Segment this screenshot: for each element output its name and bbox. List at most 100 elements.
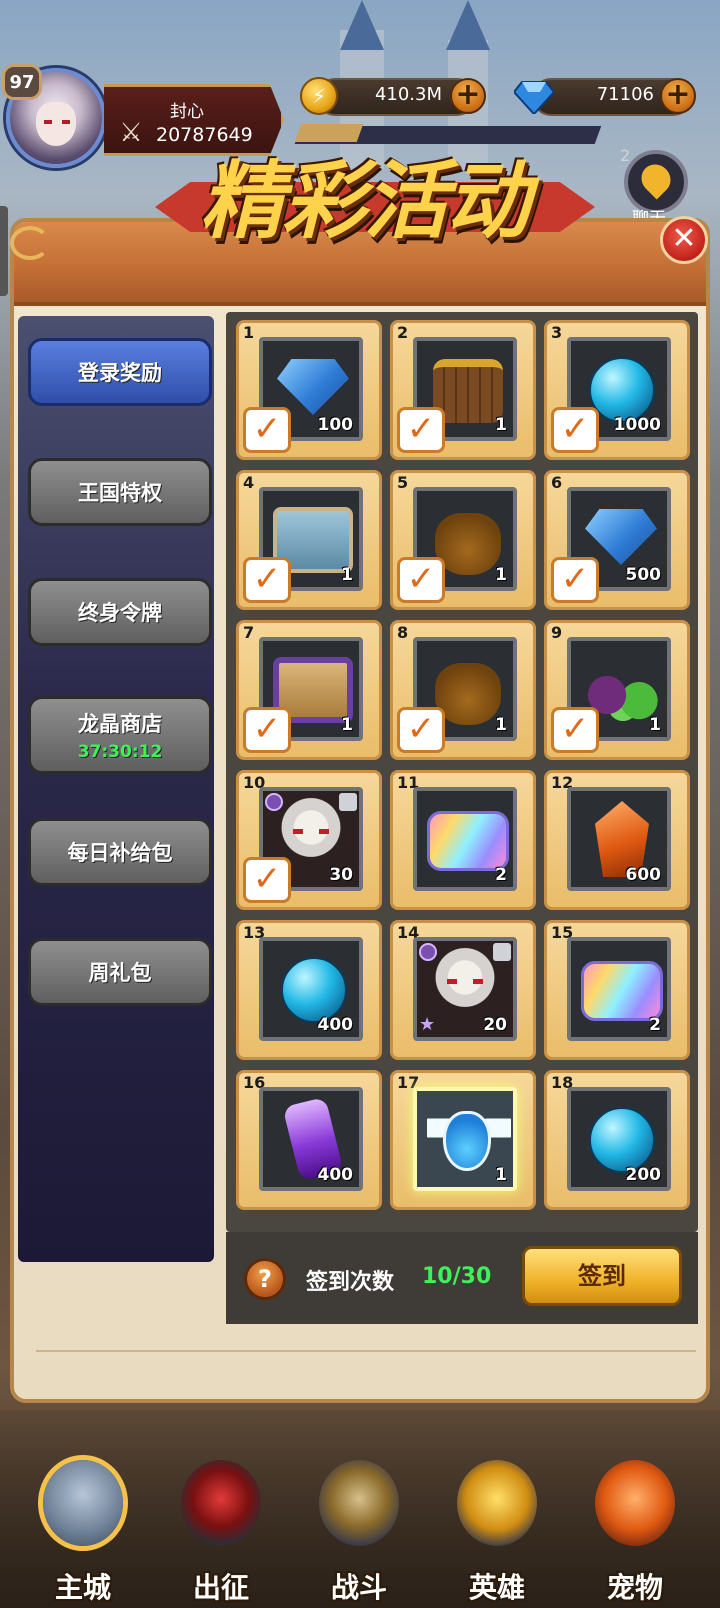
- reward-cell-day-18[interactable]: 18 200: [544, 1070, 690, 1210]
- signin-button[interactable]: 签到: [522, 1246, 682, 1306]
- sidebar-item-label: 每日补给包: [67, 841, 173, 865]
- reward-cell-day-12[interactable]: 12 600: [544, 770, 690, 910]
- player-name: 封心: [170, 102, 204, 122]
- event-banner-title: 精彩活动: [200, 152, 530, 250]
- claimed-checkmark-icon: ✓: [243, 407, 291, 453]
- rainbow-chest-art: [427, 811, 509, 871]
- sidebar-item-dragon-crystal-shop[interactable]: 龙晶商店 37:30:12: [28, 696, 212, 774]
- reward-cell-day-3[interactable]: 3 1000 ✓: [544, 320, 690, 460]
- blue-orb-art: [589, 1107, 655, 1173]
- red-crystal-icon: [181, 1460, 261, 1546]
- signin-count-value: 10/30: [422, 1264, 492, 1289]
- sidebar-item-kingdom-privilege[interactable]: 王国特权: [28, 458, 212, 526]
- help-button[interactable]: ?: [244, 1258, 286, 1300]
- crossed-swords-power-icon: ⚔: [119, 118, 143, 148]
- sidebar-item-daily-supply-pack[interactable]: 每日补给包: [28, 818, 212, 886]
- gem-art: [585, 509, 657, 565]
- gold-coin-icon: ⚡: [300, 77, 338, 115]
- reward-quantity: 1: [341, 715, 353, 735]
- reward-quantity: 30: [329, 865, 353, 885]
- rainbow-chest-art: [581, 961, 663, 1021]
- reward-cell-day-4[interactable]: 4 1 ✓: [236, 470, 382, 610]
- claimed-checkmark-icon: ✓: [243, 857, 291, 903]
- nav-label: 主城: [54, 1571, 111, 1604]
- reward-quantity: 600: [625, 865, 662, 885]
- hero-eyes: [447, 979, 483, 984]
- claimed-checkmark-icon: ✓: [551, 557, 599, 603]
- reward-cell-day-14[interactable]: 14 ★ 20: [390, 920, 536, 1060]
- player-avatar-button[interactable]: 97: [0, 60, 112, 178]
- golden-helmet-icon: [457, 1460, 537, 1546]
- close-button[interactable]: ✕: [660, 216, 708, 264]
- reward-cell-day-1[interactable]: 1 100 ✓: [236, 320, 382, 460]
- reward-cell-day-8[interactable]: 8 1 ✓: [390, 620, 536, 760]
- reward-quantity: 1: [649, 715, 661, 735]
- nav-item-main-city[interactable]: 主城: [28, 1460, 138, 1608]
- purple-vial-icon: 400: [259, 1087, 363, 1191]
- sidebar-item-weekly-pack[interactable]: 周礼包: [28, 938, 212, 1006]
- add-gold-button[interactable]: +: [450, 78, 486, 114]
- reward-cell-day-9[interactable]: 9 1 ✓: [544, 620, 690, 760]
- screen-edge-handle: [0, 206, 8, 296]
- reward-day-number: 2: [397, 323, 409, 342]
- rank-gem-icon: [419, 943, 437, 961]
- reward-quantity: 1: [495, 1165, 507, 1185]
- blue-flask-art: [443, 1111, 491, 1171]
- reward-cell-day-13[interactable]: 13 400: [236, 920, 382, 1060]
- nav-item-heroes[interactable]: 英雄: [442, 1460, 552, 1608]
- reward-quantity: 2: [495, 865, 507, 885]
- reward-cell-day-7[interactable]: 7 1 ✓: [236, 620, 382, 760]
- sidebar-item-login-rewards[interactable]: 登录奖励: [28, 338, 212, 406]
- background-castle-roof: [446, 0, 490, 50]
- hero-shard-icon: ★ 20: [413, 937, 517, 1041]
- reward-quantity: 1: [495, 565, 507, 585]
- gold-amount: 410.3M: [374, 84, 442, 105]
- gem-amount: 71106: [596, 84, 654, 105]
- crossed-swords-icon: [319, 1460, 399, 1546]
- reward-cell-day-2[interactable]: 2 1 ✓: [390, 320, 536, 460]
- rainbow-chest-icon: 2: [567, 937, 671, 1041]
- sidebar-item-lifetime-token[interactable]: 终身令牌: [28, 578, 212, 646]
- nav-label: 战斗: [330, 1571, 387, 1604]
- claimed-checkmark-icon: ✓: [243, 557, 291, 603]
- avatar-face: [36, 102, 76, 146]
- diamond-gem-icon: [514, 81, 554, 114]
- reward-cell-day-6[interactable]: 6 500 ✓: [544, 470, 690, 610]
- avatar-eyes: [44, 120, 70, 124]
- star-icon: ★: [419, 1014, 436, 1035]
- castle-tower-icon: [43, 1460, 123, 1546]
- shop-timer: 37:30:12: [77, 742, 163, 762]
- reward-day-number: 6: [551, 473, 563, 492]
- claimed-checkmark-icon: ✓: [551, 407, 599, 453]
- blue-orb-art: [281, 957, 347, 1023]
- reward-quantity: 1: [341, 565, 353, 585]
- puzzle-shard-icon: [339, 793, 357, 811]
- reward-quantity: 1000: [613, 415, 661, 435]
- rank-gem-icon: [265, 793, 283, 811]
- hero-eyes: [293, 829, 329, 834]
- reward-day-number: 9: [551, 623, 563, 642]
- reward-day-number: 3: [551, 323, 563, 342]
- reward-cell-day-10[interactable]: 10 30 ✓: [236, 770, 382, 910]
- nav-label: 宠物: [606, 1571, 663, 1604]
- sidebar-item-label: 王国特权: [78, 481, 162, 505]
- nav-label: 出征: [192, 1571, 249, 1604]
- reward-cell-day-15[interactable]: 15 2: [544, 920, 690, 1060]
- reward-cell-day-11[interactable]: 11 2: [390, 770, 536, 910]
- nav-label: 英雄: [468, 1571, 525, 1604]
- level-badge: 97: [2, 64, 42, 100]
- reward-day-number: 5: [397, 473, 409, 492]
- nav-item-expedition[interactable]: 出征: [166, 1460, 276, 1608]
- reward-day-number: 7: [243, 623, 255, 642]
- reward-cell-day-5[interactable]: 5 1 ✓: [390, 470, 536, 610]
- reward-cell-day-16[interactable]: 16 400: [236, 1070, 382, 1210]
- nav-item-battle[interactable]: 战斗: [304, 1460, 414, 1608]
- rainbow-chest-icon: 2: [413, 787, 517, 891]
- reward-quantity: 400: [317, 1015, 354, 1035]
- reward-cell-day-17[interactable]: 17 1: [390, 1070, 536, 1210]
- add-gems-button[interactable]: +: [660, 78, 696, 114]
- claimed-checkmark-icon: ✓: [551, 707, 599, 753]
- reward-quantity: 1: [495, 715, 507, 735]
- nav-item-pets[interactable]: 宠物: [580, 1460, 690, 1608]
- claimed-checkmark-icon: ✓: [397, 557, 445, 603]
